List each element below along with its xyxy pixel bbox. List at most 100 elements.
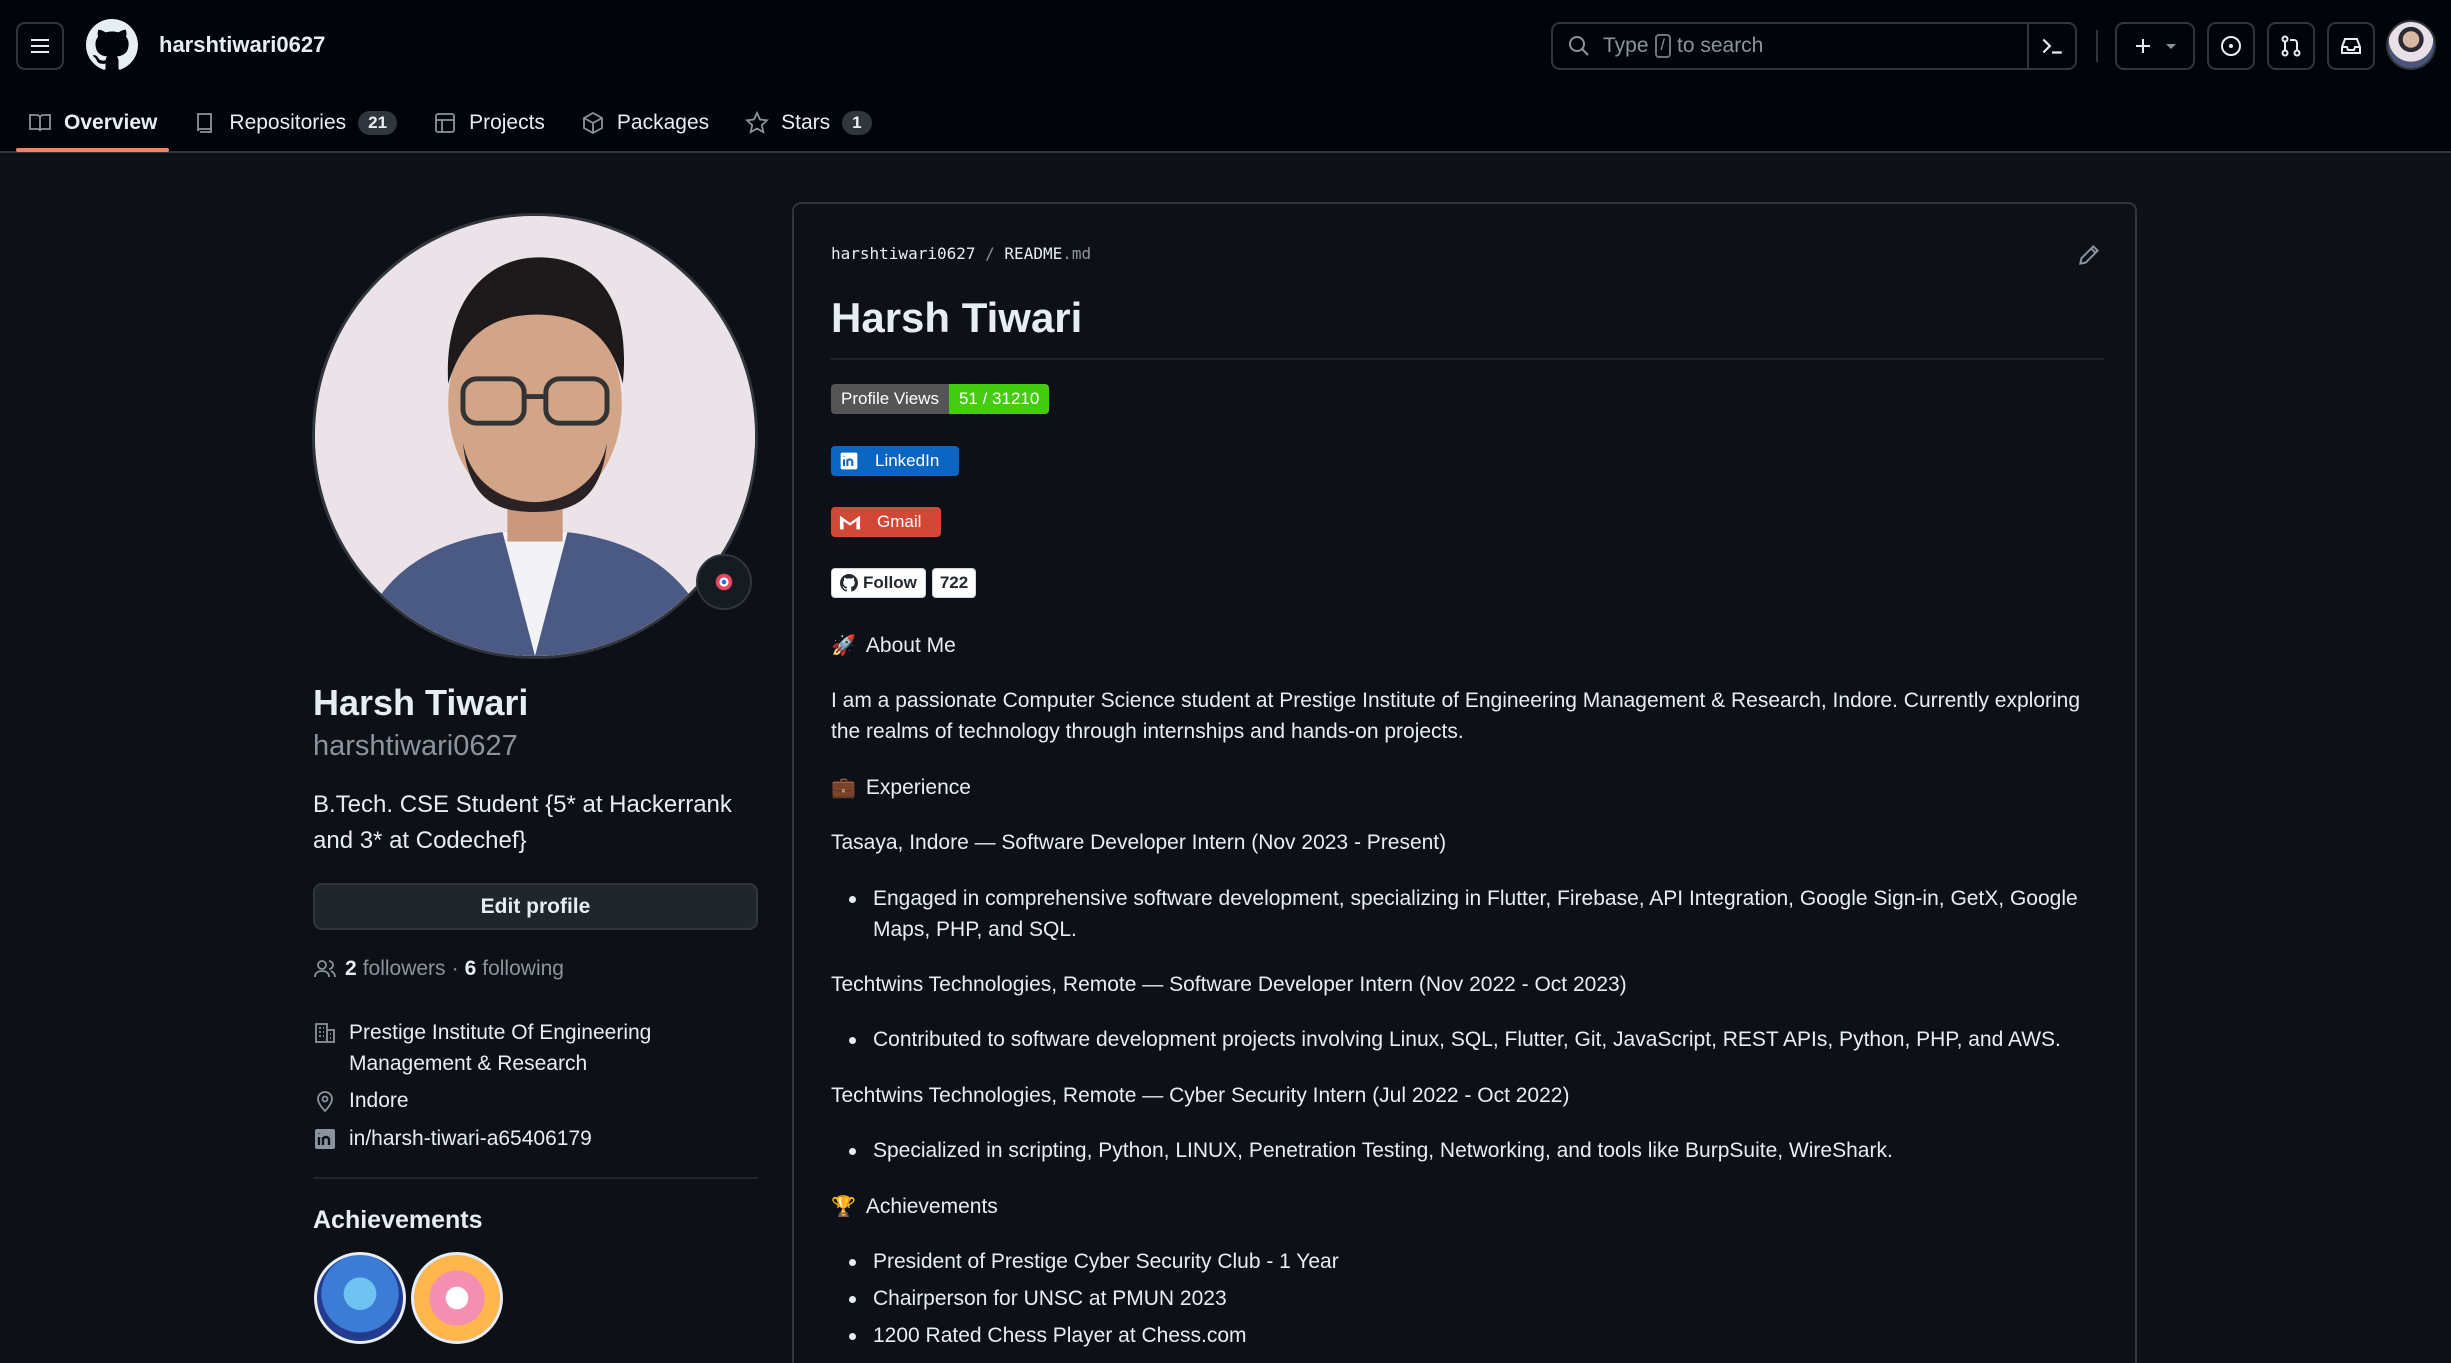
breadcrumb-file[interactable]: README bbox=[1004, 244, 1062, 263]
triangle-down-icon bbox=[2166, 44, 2176, 49]
search-icon bbox=[1569, 36, 1589, 56]
set-status-button[interactable] bbox=[696, 554, 752, 610]
linkedin-icon bbox=[315, 1129, 335, 1149]
stars-count: 1 bbox=[842, 111, 872, 135]
organization-text: Prestige Institute Of Engineering Manage… bbox=[349, 1021, 652, 1075]
experience-heading: 💼 Experience bbox=[831, 775, 971, 800]
github-logo-icon[interactable] bbox=[86, 19, 138, 71]
followers-count[interactable]: 2 bbox=[345, 957, 357, 981]
breadcrumb-separator: / bbox=[985, 244, 995, 263]
tab-stars[interactable]: Stars 1 bbox=[733, 95, 883, 151]
command-palette-button[interactable] bbox=[2027, 24, 2075, 68]
achievement-badge-yolo[interactable] bbox=[411, 1252, 503, 1344]
briefcase-icon: 💼 bbox=[831, 777, 856, 799]
github-follow-badge[interactable]: Follow 722 bbox=[831, 568, 977, 598]
tab-label: Repositories bbox=[229, 111, 347, 134]
rocket-icon: 🚀 bbox=[831, 635, 856, 657]
people-icon bbox=[314, 960, 336, 978]
search-prefix: Type bbox=[1603, 34, 1649, 57]
pull-requests-button[interactable] bbox=[2267, 22, 2315, 70]
following-link[interactable]: following bbox=[482, 957, 564, 981]
book-icon bbox=[29, 114, 51, 132]
location-icon bbox=[317, 1091, 333, 1113]
vcard-location: Indore bbox=[313, 1085, 409, 1116]
gmail-badge[interactable]: Gmail bbox=[831, 507, 942, 537]
sidebar-divider bbox=[313, 1177, 758, 1179]
create-new-button[interactable] bbox=[2115, 22, 2195, 70]
achievements-title[interactable]: Achievements bbox=[313, 1206, 483, 1235]
breadcrumb-extension: .md bbox=[1062, 244, 1092, 263]
header-username[interactable]: harshtiwari0627 bbox=[159, 32, 325, 58]
achievements-heading-text: Achievements bbox=[865, 1194, 998, 1218]
about-heading-text: About Me bbox=[865, 633, 956, 657]
linkedin-link[interactable]: in/harsh-tiwari-a65406179 bbox=[349, 1123, 592, 1154]
title-divider bbox=[831, 358, 2104, 360]
status-emoji-icon bbox=[715, 573, 733, 591]
list-item: 1200 Rated Chess Player at Chess.com bbox=[849, 1320, 2103, 1351]
location-text: Indore bbox=[349, 1089, 409, 1112]
linkedin-badge[interactable]: LinkedIn bbox=[831, 446, 960, 476]
tab-label: Projects bbox=[469, 111, 545, 134]
inbox-icon bbox=[2341, 38, 2361, 54]
experience-heading-text: Experience bbox=[865, 775, 971, 799]
edit-profile-button[interactable]: Edit profile bbox=[313, 883, 758, 930]
readme-title: Harsh Tiwari bbox=[831, 294, 1083, 341]
search-input[interactable]: Type / to search bbox=[1551, 22, 2077, 70]
tab-label: Stars bbox=[781, 111, 831, 134]
linkedin-badge-label: LinkedIn bbox=[875, 451, 940, 470]
organization-icon bbox=[315, 1023, 335, 1043]
stats-separator: · bbox=[451, 957, 459, 980]
views-value: 51 / 31210 bbox=[948, 384, 1050, 414]
package-icon bbox=[583, 111, 603, 135]
following-count[interactable]: 6 bbox=[465, 957, 477, 981]
tab-projects[interactable]: Projects bbox=[421, 95, 557, 151]
views-label: Profile Views bbox=[831, 384, 949, 414]
issues-button[interactable] bbox=[2207, 22, 2255, 70]
experience-3-title: Techtwins Technologies, Remote — Cyber S… bbox=[831, 1084, 1570, 1107]
tab-label: Overview bbox=[64, 111, 158, 134]
star-icon bbox=[745, 111, 770, 134]
list-item: Chairperson for UNSC at PMUN 2023 bbox=[849, 1283, 2103, 1314]
list-item: Engaged in comprehensive software develo… bbox=[849, 883, 2103, 945]
list-item: Contributed to software development proj… bbox=[849, 1024, 2103, 1055]
pencil-icon[interactable] bbox=[2076, 242, 2102, 268]
user-avatar[interactable] bbox=[2386, 20, 2436, 70]
repositories-count: 21 bbox=[358, 111, 398, 135]
readme-breadcrumb: harshtiwari0627 / README.md bbox=[831, 244, 1091, 263]
breadcrumb-user[interactable]: harshtiwari0627 bbox=[831, 244, 976, 263]
about-heading: 🚀 About Me bbox=[831, 633, 956, 658]
vcard-organization: Prestige Institute Of Engineering Manage… bbox=[313, 1017, 713, 1079]
search-suffix: to search bbox=[1676, 34, 1764, 57]
followers-link[interactable]: followers bbox=[363, 957, 446, 981]
github-mark-icon bbox=[840, 574, 858, 592]
issue-opened-icon bbox=[2221, 36, 2241, 56]
gmail-icon bbox=[839, 515, 861, 530]
list-item: Specialized in scripting, Python, LINUX,… bbox=[849, 1135, 2103, 1166]
search-shortcut-key: / bbox=[1654, 34, 1671, 58]
repo-icon bbox=[197, 113, 213, 133]
tab-repositories[interactable]: Repositories 21 bbox=[181, 95, 409, 151]
follow-stats: 2 followers · 6 following bbox=[313, 957, 564, 981]
gmail-badge-label: Gmail bbox=[877, 512, 922, 531]
follow-badge-label: Follow bbox=[863, 573, 917, 592]
hamburger-icon bbox=[31, 39, 49, 53]
list-item: President of Prestige Cyber Security Clu… bbox=[849, 1246, 2103, 1277]
achievement-badge-pull-shark[interactable] bbox=[314, 1252, 406, 1344]
vcard-linkedin[interactable]: in/harsh-tiwari-a65406179 bbox=[313, 1123, 592, 1154]
tab-label: Packages bbox=[616, 111, 710, 134]
profile-name: Harsh Tiwari bbox=[313, 682, 529, 723]
tab-overview[interactable]: Overview bbox=[16, 95, 170, 152]
profile-views-badge: Profile Views 51 / 31210 bbox=[831, 384, 1050, 414]
experience-2-title: Techtwins Technologies, Remote — Softwar… bbox=[831, 973, 1627, 996]
plus-icon bbox=[2136, 39, 2150, 53]
profile-avatar[interactable] bbox=[312, 213, 758, 659]
terminal-icon bbox=[2042, 38, 2062, 54]
header-divider bbox=[2096, 30, 2098, 62]
experience-1-title: Tasaya, Indore — Software Developer Inte… bbox=[831, 831, 1447, 854]
menu-button[interactable] bbox=[16, 22, 64, 70]
table-icon bbox=[435, 113, 455, 133]
inbox-button[interactable] bbox=[2327, 22, 2375, 70]
git-pull-request-icon bbox=[2281, 35, 2301, 57]
tab-packages[interactable]: Packages bbox=[569, 95, 721, 151]
about-paragraph: I am a passionate Computer Science stude… bbox=[831, 689, 2081, 743]
